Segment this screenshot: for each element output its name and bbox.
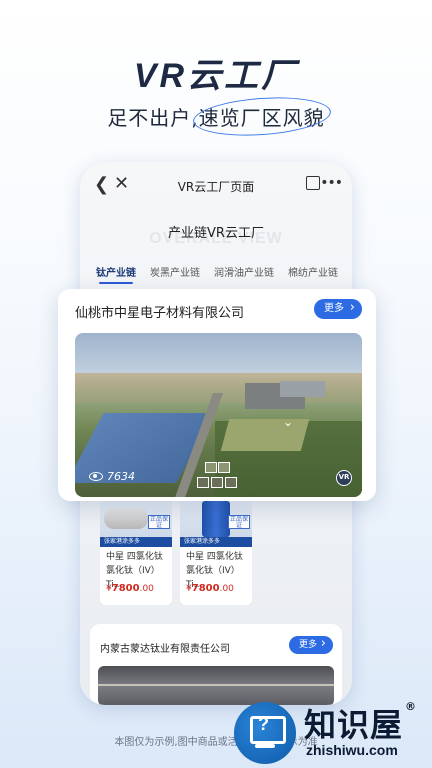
watermark-text: 知识屋 ® xyxy=(304,700,417,746)
tab-lubricant[interactable]: 润滑油产业链 xyxy=(214,264,274,279)
eye-icon xyxy=(89,472,103,481)
hero-subtitle-prefix: 足不出户, xyxy=(107,106,199,130)
vr-panorama-image[interactable]: ⌄ 7634 VR xyxy=(75,333,362,497)
registered-mark: ® xyxy=(405,700,418,713)
hero-subtitle-highlight: 速览厂区风貌 xyxy=(199,102,325,131)
company-name: 内蒙古蒙达钛业有限责任公司 xyxy=(100,644,230,655)
company-name: 仙桃市中星电子材料有限公司 xyxy=(75,306,245,321)
more-button[interactable]: 更多 xyxy=(314,298,362,319)
tab-carbon-black[interactable]: 炭黑产业链 xyxy=(150,264,200,279)
pano-plant-2 xyxy=(280,381,325,397)
tank-truck-graphic xyxy=(104,507,148,529)
price-int: 7800 xyxy=(111,583,140,594)
company-popup-card[interactable]: 仙桃市中星电子材料有限公司 更多 ⌄ 7634 VR xyxy=(58,289,376,501)
watermark-logo: 知识屋® zhishiwu.com xyxy=(234,698,426,764)
product-band: 张家港涂多多 xyxy=(180,537,252,547)
monitor-stand xyxy=(255,744,275,748)
company-card[interactable]: 内蒙古蒙达钛业有限责任公司 更多 xyxy=(90,624,342,705)
product-card[interactable]: 正品保证 张家港涂多多 中星 四氯化钛 氯化钛（IV） Ti... ¥7800.… xyxy=(180,497,252,605)
product-card[interactable]: 正品保证 张家港涂多多 中星 四氯化钛 氯化钛（IV） Ti... ¥7800.… xyxy=(100,497,172,605)
tab-bar: 钛产业链炭黑产业链润滑油产业链棉纺产业链造 xyxy=(96,264,352,286)
watermark-title: 知识屋 xyxy=(304,706,404,744)
view-count-value: 7634 xyxy=(107,470,135,483)
more-dots-icon[interactable]: ••• xyxy=(320,175,343,191)
product-price: ¥7800.00 xyxy=(186,583,234,594)
monitor-question-icon xyxy=(234,702,296,764)
hotspot-icon[interactable]: ⌄ xyxy=(283,415,293,429)
product-badge: 正品保证 xyxy=(228,515,250,529)
section-header: OVERALL VIEW 产业链VR云工厂 xyxy=(80,220,352,260)
price-dec: .00 xyxy=(219,584,234,594)
price-dec: .00 xyxy=(139,584,154,594)
price-int: 7800 xyxy=(191,583,220,594)
product-badge: 正品保证 xyxy=(148,515,170,529)
hero-subtitle: 足不出户,速览厂区风貌 xyxy=(0,102,432,131)
share-icon[interactable] xyxy=(306,176,320,190)
vr-badge-icon[interactable]: VR xyxy=(336,470,352,486)
tab-cotton[interactable]: 棉纺产业链 xyxy=(288,264,338,279)
product-image: 正品保证 张家港涂多多 xyxy=(100,497,172,547)
product-price: ¥7800.00 xyxy=(106,583,154,594)
scene-thumbnails-row[interactable] xyxy=(197,473,239,492)
hero-title: VR云工厂 xyxy=(133,57,299,95)
section-title: 产业链VR云工厂 xyxy=(168,226,264,241)
pano-sky xyxy=(75,333,362,378)
watermark-url: zhishiwu.com xyxy=(306,742,398,758)
product-list: 正品保证 张家港涂多多 中星 四氯化钛 氯化钛（IV） Ti... ¥7800.… xyxy=(96,497,340,607)
product-band: 张家港涂多多 xyxy=(100,537,172,547)
pano-lawn xyxy=(220,419,310,451)
more-button[interactable]: 更多 xyxy=(288,635,333,654)
drum-graphic xyxy=(202,501,230,537)
view-count: 7634 xyxy=(89,470,135,483)
product-image: 正品保证 张家港涂多多 xyxy=(180,497,252,547)
nav-bar: ❮ ✕ VR云工厂页面 ••• xyxy=(80,162,352,210)
scene-thumbnails[interactable] xyxy=(205,458,243,473)
tab-titanium[interactable]: 钛产业链 xyxy=(96,264,136,284)
